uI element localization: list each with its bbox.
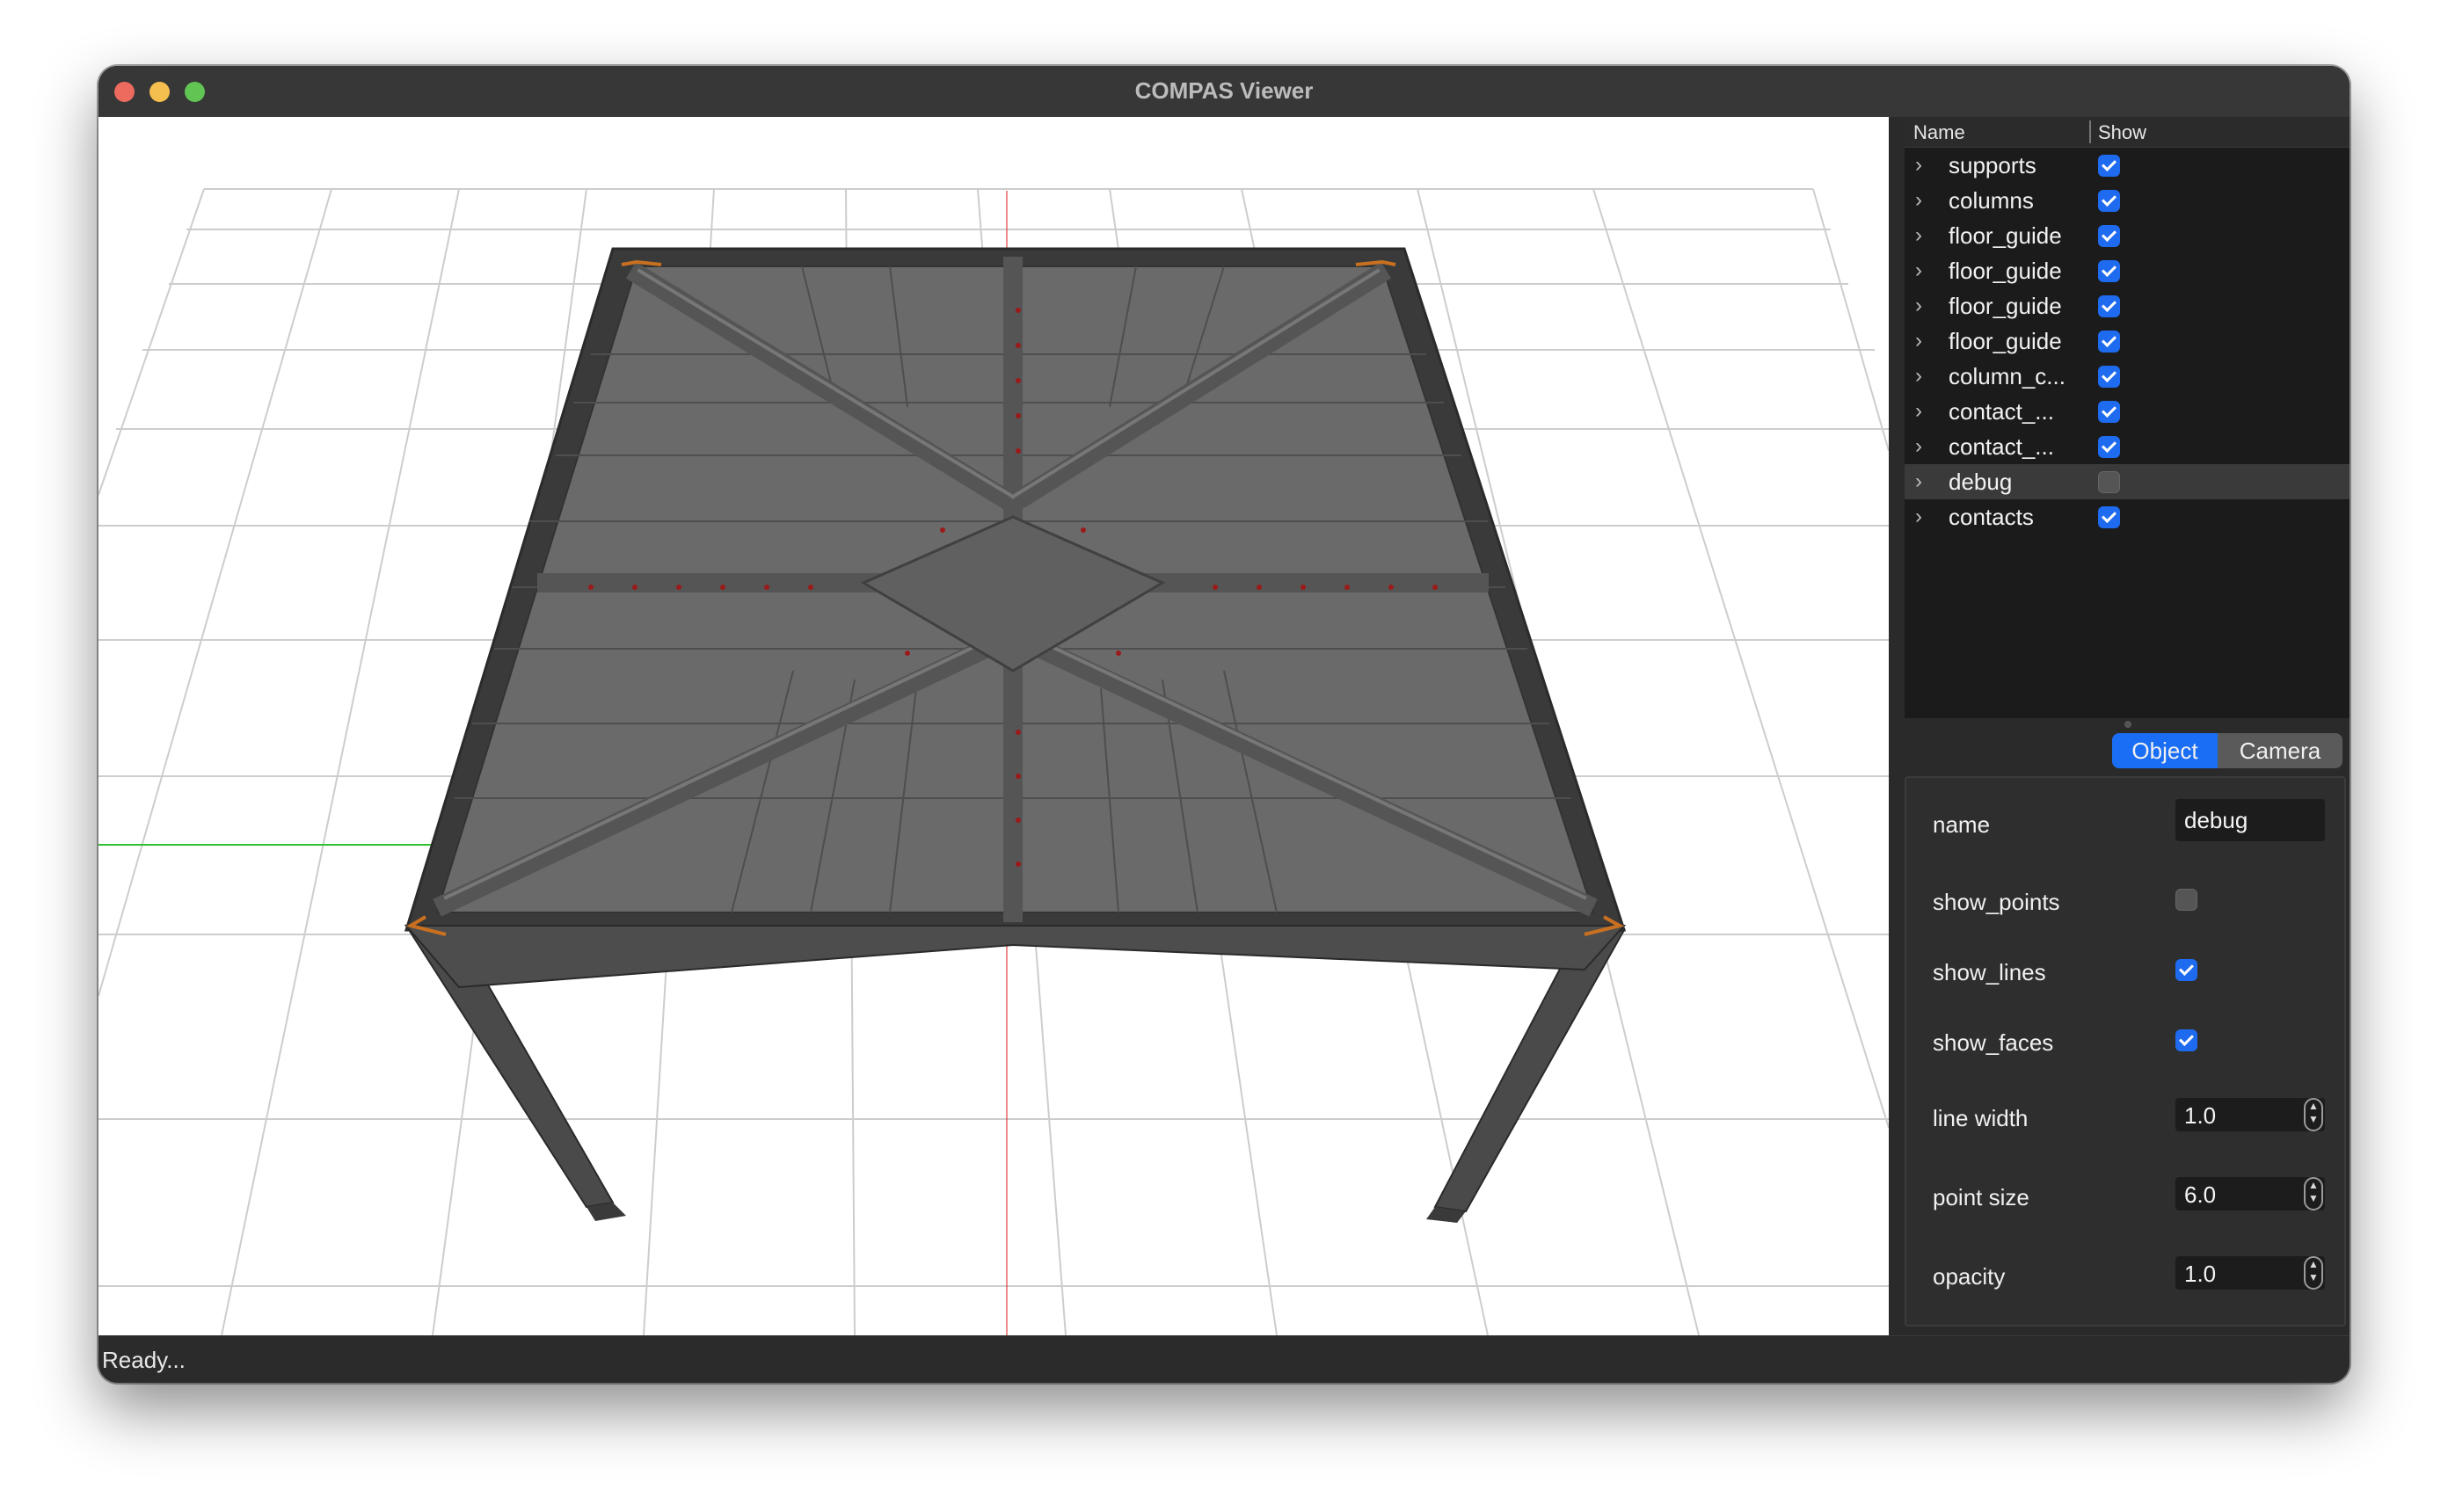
tree-item-label: contacts [1949, 504, 2034, 530]
3d-viewport[interactable] [98, 117, 1889, 1335]
show-lines-checkbox[interactable] [2175, 959, 2197, 981]
opacity-value[interactable]: 1.0 [2184, 1261, 2216, 1288]
side-panel: Name Show › supports › columns › floor_guide ›… [1889, 117, 2350, 1335]
name-label: name [1933, 811, 1991, 838]
chevron-right-icon[interactable]: › [1915, 188, 1922, 213]
tree-item[interactable]: › columns [1905, 183, 2350, 218]
tab-object[interactable]: Object [2112, 733, 2218, 768]
tree-item[interactable]: › floor_guide [1905, 323, 2350, 359]
column-header-name[interactable]: Name [1913, 121, 1965, 144]
line-width-value[interactable]: 1.0 [2184, 1102, 2216, 1130]
tree-item[interactable]: › contact_... [1905, 429, 2350, 464]
chevron-right-icon[interactable]: › [1915, 434, 1922, 459]
tree-item[interactable]: › debug [1905, 464, 2350, 499]
tree-item[interactable]: › contact_... [1905, 394, 2350, 429]
visibility-checkbox[interactable] [2098, 295, 2120, 317]
point-size-value[interactable]: 6.0 [2184, 1181, 2216, 1209]
tree-item[interactable]: › supports [1905, 148, 2350, 183]
column-front-right[interactable] [1433, 928, 1626, 1213]
name-input[interactable]: debug [2175, 799, 2325, 841]
chevron-right-icon[interactable]: › [1915, 153, 1922, 178]
visibility-checkbox[interactable] [2098, 260, 2120, 282]
line-width-label: line width [1933, 1105, 2029, 1131]
tree-item-label: floor_guide [1949, 293, 2062, 319]
object-properties-form: name debug show_points show_lines show_f… [1905, 776, 2346, 1327]
visibility-checkbox[interactable] [2098, 190, 2120, 212]
tree-item[interactable]: › floor_guide [1905, 218, 2350, 253]
splitter-handle-icon [2124, 721, 2131, 728]
chevron-right-icon[interactable]: › [1915, 329, 1922, 353]
stepper-arrows-icon[interactable]: ▲ ▼ [2304, 1256, 2323, 1290]
tree-item-label: column_c... [1949, 363, 2066, 389]
chevron-right-icon[interactable]: › [1915, 223, 1922, 248]
tree-item-label: supports [1949, 152, 2036, 178]
status-text: Ready... [102, 1347, 186, 1373]
scene-tree[interactable]: Name Show › supports › columns › floor_guide ›… [1905, 117, 2350, 718]
show-points-checkbox[interactable] [2175, 889, 2197, 911]
tree-item-label: debug [1949, 469, 2013, 495]
chevron-right-icon[interactable]: › [1915, 294, 1922, 318]
column-separator[interactable] [2089, 120, 2091, 143]
stepper-arrows-icon[interactable]: ▲ ▼ [2304, 1098, 2323, 1131]
point-size-spinbox[interactable]: 6.0 ▲ ▼ [2175, 1177, 2325, 1210]
visibility-checkbox[interactable] [2098, 436, 2120, 458]
visibility-checkbox[interactable] [2098, 331, 2120, 353]
stepper-arrows-icon[interactable]: ▲ ▼ [2304, 1177, 2323, 1210]
tree-item-label: contact_... [1949, 433, 2054, 460]
chevron-right-icon[interactable]: › [1915, 469, 1922, 494]
visibility-checkbox[interactable] [2098, 155, 2120, 177]
tree-item-label: contact_... [1949, 398, 2054, 425]
front-arch [404, 925, 1627, 989]
visibility-checkbox[interactable] [2098, 225, 2120, 247]
visibility-checkbox[interactable] [2098, 366, 2120, 388]
tree-item[interactable]: › column_c... [1905, 359, 2350, 394]
tree-item[interactable]: › floor_guide [1905, 288, 2350, 323]
panel-splitter[interactable] [1905, 718, 2350, 731]
app-window: COMPAS Viewer Name Show › supports › col… [98, 66, 2350, 1383]
show-points-label: show_points [1933, 889, 2060, 915]
tab-camera[interactable]: Camera [2218, 733, 2342, 768]
tree-item[interactable]: › contacts [1905, 499, 2350, 534]
chevron-right-icon[interactable]: › [1915, 364, 1922, 389]
status-bar: Ready... [98, 1335, 2350, 1383]
title-bar[interactable]: COMPAS Viewer [98, 66, 2350, 119]
scene-canvas[interactable] [98, 117, 1889, 1335]
property-tabs: Object Camera [1889, 733, 2350, 770]
window-title: COMPAS Viewer [1134, 77, 1314, 104]
scene-tree-header: Name Show [1905, 117, 2350, 148]
chevron-right-icon[interactable]: › [1915, 399, 1922, 424]
tree-item-label: floor_guide [1949, 258, 2062, 284]
tree-item-label: columns [1949, 187, 2034, 214]
chevron-right-icon[interactable]: › [1915, 258, 1922, 283]
column-header-show[interactable]: Show [2098, 121, 2146, 144]
chevron-right-icon[interactable]: › [1915, 505, 1922, 529]
visibility-checkbox[interactable] [2098, 401, 2120, 423]
vault-model[interactable] [404, 247, 1627, 1223]
opacity-spinbox[interactable]: 1.0 ▲ ▼ [2175, 1256, 2325, 1290]
visibility-checkbox[interactable] [2098, 471, 2120, 493]
show-faces-checkbox[interactable] [2175, 1029, 2197, 1051]
show-faces-label: show_faces [1933, 1029, 2054, 1056]
tree-item[interactable]: › floor_guide [1905, 253, 2350, 288]
line-width-spinbox[interactable]: 1.0 ▲ ▼ [2175, 1098, 2325, 1131]
point-size-label: point size [1933, 1184, 2029, 1210]
tree-item-label: floor_guide [1949, 222, 2062, 249]
visibility-checkbox[interactable] [2098, 506, 2120, 528]
tree-item-label: floor_guide [1949, 328, 2062, 354]
show-lines-label: show_lines [1933, 959, 2046, 985]
opacity-label: opacity [1933, 1263, 2006, 1290]
